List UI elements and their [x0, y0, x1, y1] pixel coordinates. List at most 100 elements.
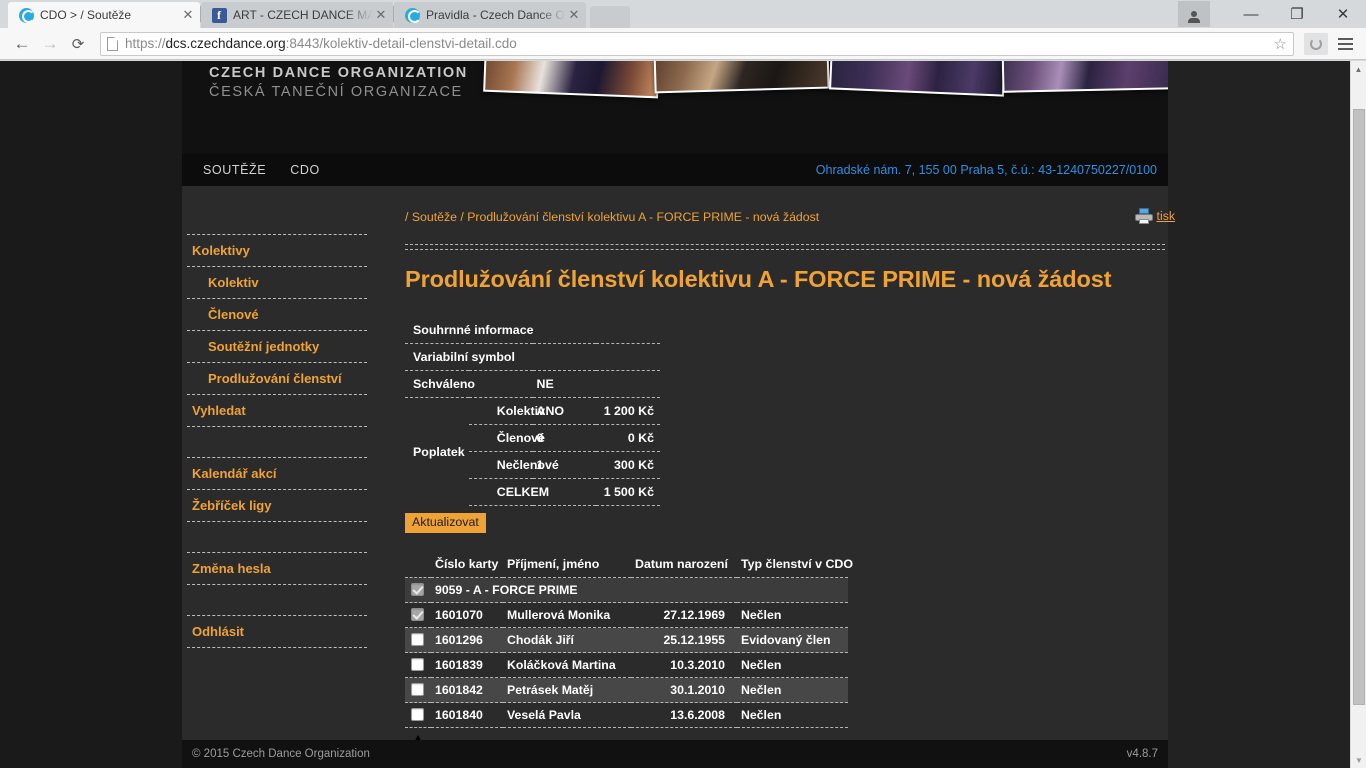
tab-title: Pravidla - Czech Dance Or — [426, 8, 566, 22]
sidebar-item-soutezni-jednotky[interactable]: Soutěžní jednotky — [187, 331, 367, 362]
address-bar[interactable]: https://dcs.czechdance.org:8443/kolektiv… — [100, 31, 1294, 56]
cell-name: Koláčková Martina — [503, 652, 631, 678]
fee-row-qty: ANO — [532, 397, 597, 425]
fee-row-label: Nečlenové — [468, 451, 559, 479]
sidebar-item-prodluzovani-clenstvi[interactable]: Prodlužování členství — [187, 363, 367, 394]
fee-row-label: Členové — [468, 424, 545, 452]
back-button[interactable]: ← — [8, 30, 36, 58]
page-scrollbar[interactable]: ▲ ▼ — [1350, 61, 1366, 768]
page-body: Kolektivy Kolektiv Členové Soutěžní jedn… — [182, 186, 1175, 768]
topnav-item-cdo[interactable]: CDO — [278, 163, 332, 177]
page-right-gutter — [1168, 61, 1350, 768]
checkbox-unchecked-icon[interactable] — [411, 658, 424, 671]
url-scheme: https:// — [125, 36, 166, 51]
scroll-down-arrow-icon[interactable]: ▼ — [1351, 752, 1366, 768]
variable-symbol-value — [532, 343, 660, 371]
page-left-gutter — [0, 61, 182, 768]
browser-window: CDO > / Soutěže ✕ f ART - CZECH DANCE MA… — [0, 0, 1366, 768]
site-logo: CZECH DANCE ORGANIZATION ČESKÁ TANEČNÍ O… — [209, 65, 468, 100]
organization-address: Ohradské nám. 7, 155 00 Praha 5, č.ú.: 4… — [815, 163, 1157, 177]
cell-card-number: 1601296 — [431, 627, 503, 653]
sidebar-item-zmena-hesla[interactable]: Změna hesla — [187, 553, 367, 584]
cell-birthdate: 10.3.2010 — [631, 652, 737, 678]
update-button-row: Aktualizovat — [405, 513, 1165, 533]
fee-row-label: Kolektiv — [468, 397, 545, 425]
maximize-button[interactable]: ❐ — [1274, 0, 1320, 28]
column-select — [405, 553, 431, 578]
cell-membership-type: Nečlen — [737, 602, 848, 628]
table-row: Schváleno NE — [405, 370, 660, 398]
sidebar-item-vyhledat[interactable]: Vyhledat — [187, 395, 367, 426]
print-link[interactable]: tisk — [1134, 208, 1175, 224]
table-header-row: Číslo karty Příjmení, jméno Datum naroze… — [405, 553, 853, 578]
row-checkbox-cell[interactable] — [405, 602, 431, 628]
sidebar-item-zebricek-ligy[interactable]: Žebříček ligy — [187, 490, 367, 521]
page-viewport: CZECH DANCE ORGANIZATION ČESKÁ TANEČNÍ O… — [0, 61, 1366, 768]
sidebar-item-clenove[interactable]: Členové — [187, 299, 367, 330]
tab-cdo-soutez[interactable]: CDO > / Soutěže ✕ — [8, 2, 200, 28]
row-checkbox-cell[interactable] — [405, 577, 431, 603]
page-title: Prodlužování členství kolektivu A - FORC… — [405, 266, 1112, 292]
logo-line-czech: ČESKÁ TANEČNÍ ORGANIZACE — [209, 84, 463, 100]
row-checkbox-cell[interactable] — [405, 702, 431, 728]
site-header: CZECH DANCE ORGANIZATION ČESKÁ TANEČNÍ O… — [182, 61, 1168, 154]
divider — [187, 647, 367, 648]
tab-pravidla[interactable]: Pravidla - Czech Dance Or ✕ — [394, 2, 586, 28]
update-button[interactable]: Aktualizovat — [405, 513, 486, 533]
sidebar-item-kolektivy[interactable]: Kolektivy — [187, 235, 367, 266]
tab-close-button[interactable]: ✕ — [373, 7, 389, 23]
tab-close-button[interactable]: ✕ — [566, 7, 582, 23]
fee-row-amount: 300 Kč — [596, 451, 660, 479]
breadcrumb: / Soutěže / Prodlužování členství kolekt… — [405, 210, 820, 224]
checkbox-unchecked-icon[interactable] — [411, 633, 424, 646]
extension-ring-icon[interactable] — [1304, 32, 1328, 55]
table-row: 1601842 Petrásek Matěj 30.1.2010 Nečlen — [405, 677, 848, 703]
window-controls: — ❐ ✕ — [1178, 0, 1366, 28]
cdo-logo-icon — [18, 7, 35, 23]
members-table: Číslo karty Příjmení, jméno Datum naroze… — [405, 553, 853, 728]
forward-button[interactable]: → — [36, 30, 64, 58]
cell-membership-type: Evidovaný člen — [737, 627, 848, 653]
fee-total-label: CELKEM — [468, 478, 549, 506]
header-photo — [1001, 61, 1168, 93]
column-name: Příjmení, jméno — [503, 553, 631, 578]
header-photo-strip — [482, 61, 1168, 117]
reload-button[interactable]: ⟳ — [64, 30, 92, 58]
checkbox-unchecked-icon[interactable] — [411, 708, 424, 721]
close-window-button[interactable]: ✕ — [1320, 0, 1366, 28]
table-row-group: 9059 - A - FORCE PRIME — [405, 577, 848, 603]
scrollbar-thumb[interactable] — [1353, 109, 1365, 705]
checkbox-unchecked-icon[interactable] — [411, 683, 424, 696]
scroll-up-arrow-icon[interactable]: ▲ — [1351, 61, 1366, 77]
table-row: 1601296 Chodák Jiří 25.12.1955 Evidovaný… — [405, 627, 848, 653]
cell-name: Veselá Pavla — [503, 702, 631, 728]
table-row: 1601839 Koláčková Martina 10.3.2010 Nečl… — [405, 652, 848, 678]
sidebar-item-kalendar-akci[interactable]: Kalendář akcí — [187, 458, 367, 489]
minimize-button[interactable]: — — [1228, 0, 1274, 28]
new-tab-button[interactable] — [590, 6, 630, 28]
sidebar-item-kolektiv[interactable]: Kolektiv — [187, 267, 367, 298]
header-photo — [653, 61, 830, 94]
cell-card-number: 1601840 — [431, 702, 503, 728]
column-membership-type: Typ členství v CDO — [737, 553, 853, 578]
row-checkbox-cell[interactable] — [405, 652, 431, 678]
row-checkbox-cell[interactable] — [405, 627, 431, 653]
topnav-item-souteze[interactable]: SOUTĚŽE — [191, 163, 278, 177]
fee-total-amount: 1 500 Kč — [596, 478, 660, 506]
logo-line-english: CZECH DANCE ORGANIZATION — [209, 65, 468, 81]
cell-card-number: 1601839 — [431, 652, 503, 678]
sidebar-item-odhlasit[interactable]: Odhlásit — [187, 616, 367, 647]
profile-avatar-icon[interactable] — [1178, 1, 1210, 27]
tab-art-czech-dance-mas[interactable]: f ART - CZECH DANCE MAS ✕ — [201, 2, 393, 28]
table-row: 1601070 Mullerová Monika 27.12.1969 Nečl… — [405, 602, 848, 628]
cell-birthdate: 30.1.2010 — [631, 677, 737, 703]
version-text: v4.8.7 — [1126, 748, 1158, 760]
row-checkbox-cell[interactable] — [405, 677, 431, 703]
hamburger-menu-icon[interactable] — [1332, 31, 1358, 57]
header-photo — [829, 61, 1006, 97]
bookmark-star-icon[interactable]: ☆ — [1274, 35, 1287, 53]
tab-title: ART - CZECH DANCE MAS — [233, 8, 373, 22]
tab-close-button[interactable]: ✕ — [180, 7, 196, 23]
table-row: Souhrnné informace — [405, 317, 660, 344]
